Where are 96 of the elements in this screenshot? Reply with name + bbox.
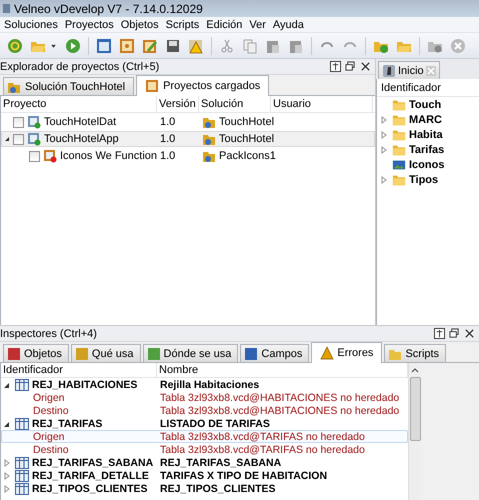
menu-item[interactable]: Edición bbox=[204, 18, 248, 30]
solution-icon bbox=[202, 115, 216, 129]
column-header[interactable]: Identificador bbox=[1, 363, 157, 377]
menu-item[interactable]: Ayuda bbox=[270, 18, 309, 30]
grid-icon bbox=[15, 482, 29, 496]
name-cell-text: REJ_TIPOS_CLIENTES bbox=[159, 482, 277, 494]
tab[interactable]: Dónde se usa bbox=[142, 344, 238, 362]
tab[interactable]: Errores bbox=[311, 342, 382, 363]
float-icon[interactable] bbox=[345, 61, 356, 72]
menu-item[interactable]: Objetos bbox=[118, 18, 164, 30]
name-cell-text: Rejilla Habitaciones bbox=[159, 378, 260, 390]
collapse-icon[interactable] bbox=[4, 420, 10, 428]
grid-icon bbox=[15, 468, 29, 482]
project-name: TouchHotelApp bbox=[44, 133, 119, 145]
start-tab[interactable]: Inicio bbox=[378, 61, 440, 79]
tree-item[interactable]: Habita bbox=[409, 128, 443, 140]
pin-icon[interactable] bbox=[330, 61, 341, 72]
identifier-cell: REJ_TARIFA_DETALLE bbox=[32, 470, 149, 482]
power-icon[interactable] bbox=[7, 38, 23, 54]
tab[interactable]: Objetos bbox=[3, 344, 69, 362]
menu-item[interactable]: Scripts bbox=[164, 18, 204, 30]
solution-name: PackIcons1 bbox=[219, 150, 276, 162]
cut-icon[interactable] bbox=[219, 38, 235, 54]
tree-item[interactable]: MARC bbox=[409, 114, 442, 126]
column-header[interactable]: Usuario bbox=[271, 96, 373, 112]
grid-icon bbox=[15, 456, 29, 470]
menu-item[interactable]: Ver bbox=[247, 18, 271, 30]
menu-item[interactable]: Soluciones bbox=[2, 18, 63, 30]
checkbox[interactable] bbox=[13, 134, 24, 144]
warning-icon[interactable] bbox=[188, 38, 204, 54]
project-name: Iconos We Function bbox=[60, 150, 158, 162]
tree-item[interactable]: Touch bbox=[409, 98, 442, 110]
version-cell-text: 1.0 bbox=[159, 133, 176, 145]
tab[interactable]: Proyectos cargados bbox=[136, 75, 270, 96]
scrollbar[interactable] bbox=[408, 363, 421, 500]
identifier-cell: REJ_TARIFAS_SABANA bbox=[32, 456, 154, 468]
column-header[interactable]: Versión bbox=[157, 96, 199, 112]
close-icon[interactable] bbox=[360, 61, 371, 72]
project-name: TouchHotelDat bbox=[44, 116, 116, 128]
version-cell-text: 1.0 bbox=[159, 116, 176, 128]
tab[interactable]: Qué usa bbox=[70, 344, 141, 362]
panel-title: Inspectores (Ctrl+4) bbox=[0, 328, 97, 340]
collapse-icon[interactable] bbox=[4, 380, 10, 388]
name-cell-text: TARIFAS X TIPO DE HABITACION bbox=[159, 470, 328, 482]
tab[interactable]: Solución TouchHotel bbox=[3, 77, 134, 95]
column-header[interactable]: Identificador bbox=[377, 79, 479, 97]
grid-icon bbox=[15, 378, 29, 392]
identifier-cell: REJ_HABITACIONES bbox=[32, 378, 138, 390]
solution-icon bbox=[202, 132, 216, 146]
menu-item[interactable]: Proyectos bbox=[62, 18, 119, 30]
solution-icon bbox=[202, 149, 216, 163]
scroll-thumb[interactable] bbox=[410, 377, 420, 441]
tree-item[interactable]: Iconos bbox=[409, 158, 444, 170]
identifier-cell: Origen bbox=[33, 430, 65, 442]
grid-icon bbox=[15, 416, 29, 430]
pin-icon[interactable] bbox=[434, 328, 445, 339]
stop-icon[interactable] bbox=[450, 38, 466, 54]
expand-icon[interactable] bbox=[4, 135, 10, 143]
edit-icon[interactable] bbox=[142, 38, 158, 54]
selected-row[interactable]: TouchHotelApp 1.0 TouchHotel bbox=[1, 131, 375, 147]
identifier-cell: Destino bbox=[33, 444, 69, 456]
box-icon bbox=[145, 79, 160, 93]
tab[interactable]: Scripts bbox=[384, 344, 446, 362]
name-cell-text: REJ_TARIFAS_SABANA bbox=[159, 456, 282, 468]
scroll-up-icon[interactable] bbox=[411, 367, 419, 373]
identifier-cell: Destino bbox=[33, 404, 69, 416]
form-icon[interactable] bbox=[119, 38, 135, 54]
tab[interactable]: Campos bbox=[240, 344, 310, 362]
identifier-cell: REJ_TIPOS_CLIENTES bbox=[32, 482, 148, 494]
window-title: Velneo vDevelop V7 - 7.14.0.12029 bbox=[14, 2, 203, 16]
tree-item[interactable]: Tarifas bbox=[409, 144, 444, 156]
version-cell-text: 1.0 bbox=[159, 150, 176, 162]
checkbox[interactable] bbox=[13, 116, 24, 128]
play-icon[interactable] bbox=[65, 38, 81, 54]
name-cell-text: Tabla 3zl93xb8.vcd@TARIFAS no heredado bbox=[159, 430, 366, 442]
name-cell-text: Tabla 3zl93xb8.vcd@TARIFAS no heredado bbox=[159, 444, 366, 456]
name-cell-text: LISTADO DE TARIFAS bbox=[159, 418, 271, 430]
checkbox[interactable] bbox=[29, 150, 40, 162]
save-icon[interactable] bbox=[165, 38, 181, 54]
selected-row[interactable]: Origen Tabla 3zl93xb8.vcd@TARIFAS no heredado bbox=[1, 430, 408, 443]
name-cell-text: Tabla 3zl93xb8.vcd@HABITACIONES no heredado bbox=[159, 392, 400, 404]
app-icon bbox=[2, 3, 11, 14]
copy-icon[interactable] bbox=[242, 38, 258, 54]
solution-name: TouchHotel bbox=[219, 116, 274, 128]
panel-title: Explorador de proyectos (Ctrl+5) bbox=[0, 60, 160, 72]
identifier-cell: Origen bbox=[33, 392, 65, 404]
window-icon[interactable] bbox=[96, 38, 112, 54]
identifier-cell: REJ_TARIFAS bbox=[32, 418, 102, 430]
column-header[interactable]: Solución bbox=[199, 96, 271, 112]
name-cell-text: Tabla 3zl93xb8.vcd@HABITACIONES no heredado bbox=[159, 404, 400, 416]
close-icon[interactable] bbox=[464, 328, 475, 339]
start-icon bbox=[382, 64, 396, 78]
float-icon[interactable] bbox=[449, 328, 460, 339]
solution-name: TouchHotel bbox=[219, 133, 274, 145]
column-header[interactable]: Proyecto bbox=[1, 96, 157, 112]
tree-item[interactable]: Tipos bbox=[409, 174, 438, 186]
